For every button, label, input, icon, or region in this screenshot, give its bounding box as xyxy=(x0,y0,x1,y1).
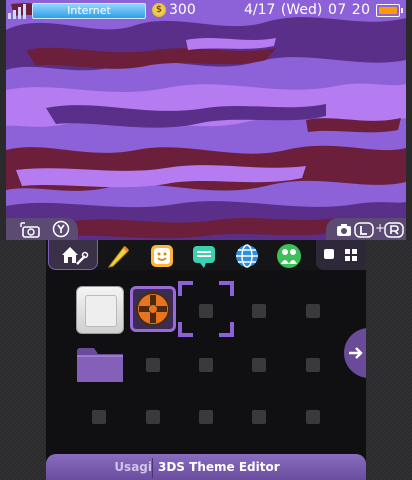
divider xyxy=(152,458,153,478)
battery-icon xyxy=(376,4,403,17)
empty-slot[interactable] xyxy=(252,410,266,424)
scroll-right-button[interactable] xyxy=(344,328,366,378)
home-menu: Usagi 3DS Theme Editor xyxy=(46,240,366,480)
folder-icon[interactable] xyxy=(76,344,124,384)
play-coin-icon: $ xyxy=(152,3,166,17)
top-screen: Internet $ 300 4/17 (Wed) 07 20 + xyxy=(6,0,406,240)
date-display: 4/17 (Wed) xyxy=(244,2,323,18)
empty-slot[interactable] xyxy=(252,358,266,372)
camera-icon xyxy=(20,222,40,238)
arrow-right-icon xyxy=(349,347,363,359)
browser-icon[interactable] xyxy=(234,243,260,269)
empty-slot[interactable] xyxy=(252,304,266,318)
wifi-signal-icon xyxy=(8,4,26,19)
camera-shortcut-tab[interactable] xyxy=(6,218,78,240)
l-button-icon xyxy=(354,222,374,238)
home-settings-tab[interactable] xyxy=(48,240,98,270)
r-button-icon xyxy=(384,222,404,238)
notifications-icon[interactable] xyxy=(191,243,217,269)
empty-slot[interactable] xyxy=(146,358,160,372)
grid-view-icon[interactable] xyxy=(344,248,358,262)
miiverse-icon[interactable] xyxy=(276,243,302,269)
friends-icon[interactable] xyxy=(149,243,175,269)
blank-app-icon[interactable] xyxy=(76,286,124,334)
camera-icon xyxy=(337,224,351,236)
theme-info-bar: Usagi 3DS Theme Editor xyxy=(46,454,366,480)
empty-slot[interactable] xyxy=(306,410,320,424)
theme-title: 3DS Theme Editor xyxy=(158,460,280,474)
home-settings-icon xyxy=(62,247,89,265)
connection-indicator: Internet xyxy=(32,3,146,19)
screenshot-shortcut-tab[interactable]: + xyxy=(326,218,406,240)
empty-slot[interactable] xyxy=(199,410,213,424)
camo-wallpaper xyxy=(6,0,406,240)
tf2-logo-icon xyxy=(136,292,170,326)
empty-slot[interactable] xyxy=(306,358,320,372)
tf2-theme-icon[interactable] xyxy=(130,286,176,332)
empty-slot[interactable] xyxy=(146,410,160,424)
empty-slot[interactable] xyxy=(92,410,106,424)
view-toggle-tab[interactable] xyxy=(316,240,366,270)
notes-icon[interactable] xyxy=(106,243,132,269)
coin-count: 300 xyxy=(169,2,196,18)
empty-slot[interactable] xyxy=(199,358,213,372)
status-bar: Internet $ 300 4/17 (Wed) 07 20 xyxy=(6,0,406,22)
theme-author: Usagi xyxy=(114,460,152,474)
empty-slot[interactable] xyxy=(199,304,213,318)
single-view-icon[interactable] xyxy=(324,249,334,259)
empty-slot[interactable] xyxy=(306,304,320,318)
home-toolbar xyxy=(46,240,366,270)
y-button-icon xyxy=(52,220,70,238)
time-display: 07 20 xyxy=(328,2,371,18)
